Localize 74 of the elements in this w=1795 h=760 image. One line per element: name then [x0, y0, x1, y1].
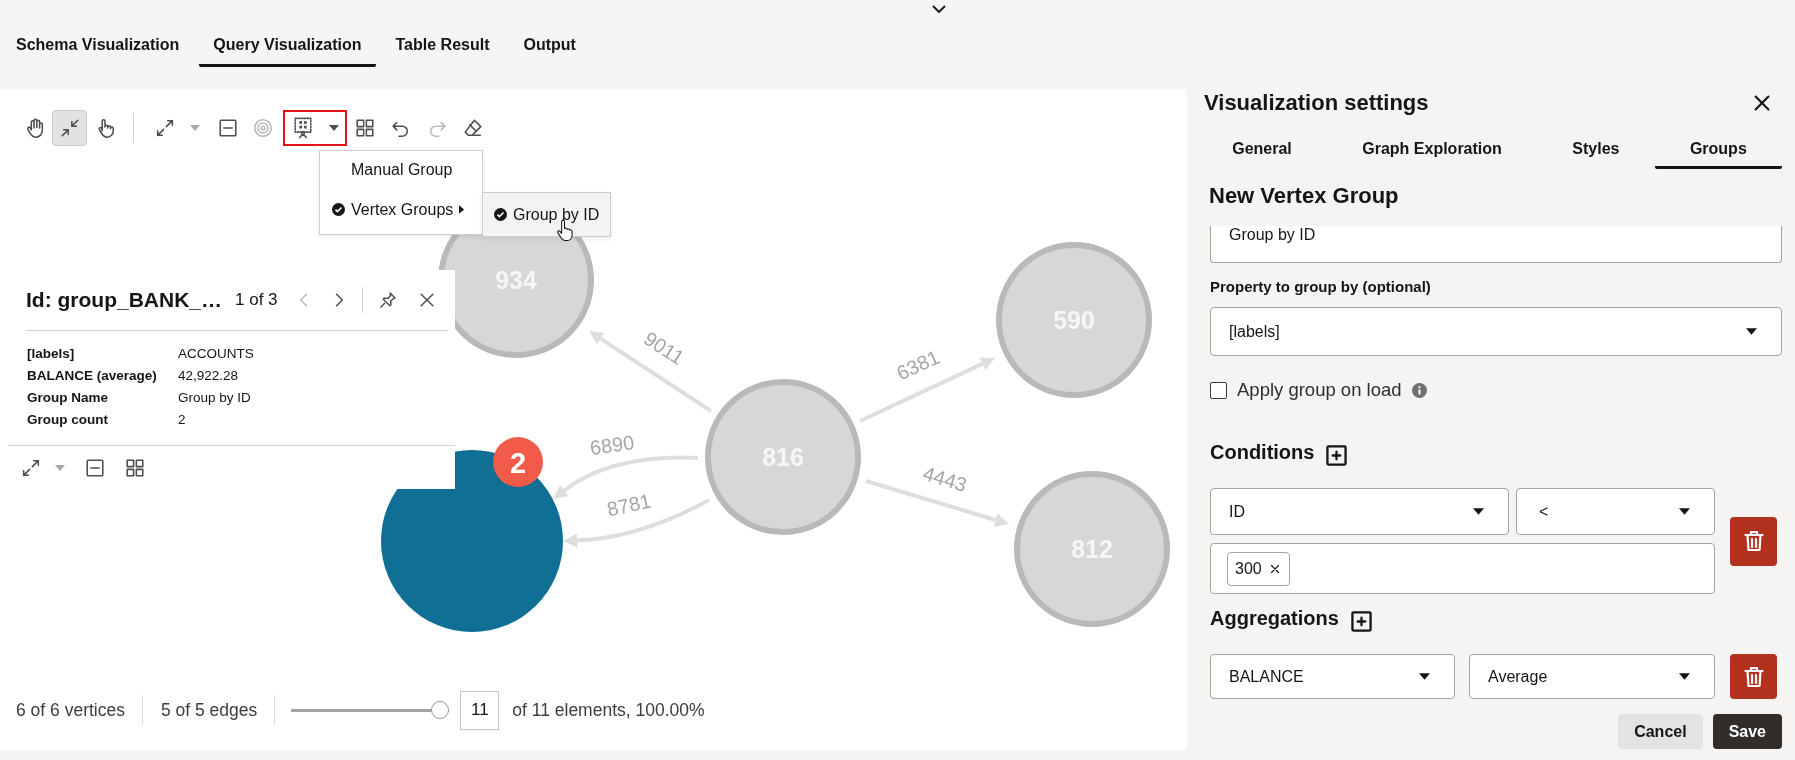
edge-label: 6890: [588, 431, 636, 459]
grid-icon[interactable]: [353, 117, 376, 139]
delete-button[interactable]: [1730, 654, 1777, 699]
edge-label: 4443: [920, 462, 970, 496]
page-indicator: 1 of 3: [235, 289, 278, 312]
slider-thumb[interactable]: [431, 701, 450, 719]
check-circle-icon: [332, 203, 345, 216]
delete-button[interactable]: [1730, 516, 1777, 566]
settings-tab[interactable]: Groups: [1654, 132, 1782, 169]
section-heading: New Vertex Group: [1209, 182, 1399, 210]
panel-title: Visualization settings: [1204, 89, 1429, 117]
edge-label: 6381: [893, 345, 943, 385]
plus-square-icon[interactable]: [1350, 610, 1372, 632]
save-button[interactable]: Save: [1712, 714, 1782, 749]
view-tab[interactable]: Query Visualization: [199, 25, 376, 67]
close-icon[interactable]: [1268, 562, 1281, 575]
vertex-count: 6 of 6 vertices: [16, 698, 125, 722]
caret-right-icon: [459, 205, 465, 214]
caret-down-icon: [1419, 673, 1430, 680]
field-label: Property to group by (optional): [1210, 277, 1431, 297]
minus-square-icon[interactable]: [84, 456, 106, 479]
caret-down-icon: [1679, 673, 1690, 680]
property-select[interactable]: ID: [1210, 488, 1509, 535]
property-value: Group by ID: [178, 389, 252, 407]
property-name: Group Name: [27, 389, 109, 407]
count-input[interactable]: 11: [460, 690, 500, 730]
dotted-square-icon[interactable]: [291, 117, 314, 139]
property-value: 42,922.28: [178, 367, 240, 385]
function-select[interactable]: Average: [1469, 654, 1715, 699]
settings-tab[interactable]: Styles: [1537, 132, 1655, 169]
view-tab[interactable]: Output: [509, 25, 590, 67]
conditions-heading: Conditions: [1210, 440, 1315, 465]
submenu-item[interactable]: Group by ID: [482, 192, 611, 237]
info-title: Id: group_BANK_…: [26, 287, 222, 314]
property-value: ACCOUNTS: [178, 345, 255, 363]
info-icon[interactable]: [1411, 382, 1427, 398]
close-icon[interactable]: [1751, 92, 1773, 114]
value-field[interactable]: 300: [1210, 543, 1715, 594]
plus-square-icon[interactable]: [1326, 444, 1348, 466]
elements-summary: of 11 elements, 100.00%: [512, 698, 705, 722]
settings-tab[interactable]: General: [1197, 132, 1328, 169]
property-name: BALANCE (average): [27, 367, 158, 385]
edge-label: 9011: [639, 327, 689, 369]
group-node[interactable]: [381, 450, 563, 632]
view-tab[interactable]: Table Result: [381, 25, 504, 67]
checkbox[interactable]: [1210, 381, 1227, 399]
property-select[interactable]: BALANCE: [1210, 654, 1455, 699]
view-tab[interactable]: Schema Visualization: [2, 25, 194, 67]
aggregations-heading: Aggregations: [1210, 606, 1339, 631]
value-chip[interactable]: 300: [1227, 551, 1290, 586]
checkbox-label: Apply group on load: [1237, 378, 1402, 403]
count-badge: 2: [493, 437, 543, 487]
minus-square-icon[interactable]: [216, 117, 239, 139]
settings-tab[interactable]: Graph Exploration: [1327, 132, 1538, 169]
caret-down-icon: [1473, 508, 1484, 515]
edge-label: 8781: [604, 489, 654, 521]
property-name: Group count: [27, 411, 109, 429]
caret-down-icon: [1746, 328, 1757, 335]
grid-icon[interactable]: [124, 456, 146, 479]
check-circle-icon: [494, 208, 507, 221]
cancel-button[interactable]: Cancel: [1618, 714, 1703, 749]
edge-count: 5 of 5 edges: [160, 698, 258, 722]
pin-icon[interactable]: [377, 290, 398, 310]
name-input[interactable]: Group by ID: [1210, 226, 1782, 263]
chevron-down-icon[interactable]: [932, 5, 946, 14]
property-value: 2: [178, 411, 187, 429]
operator-select[interactable]: <: [1516, 488, 1715, 535]
caret-down-icon: [1679, 508, 1690, 515]
shrink-tool-button[interactable]: [52, 110, 87, 146]
property-select[interactable]: [labels]: [1210, 307, 1782, 356]
property-name: [labels]: [27, 345, 76, 363]
caret-icon[interactable]: [329, 125, 339, 131]
menu-item[interactable]: Manual Group: [320, 151, 482, 189]
slider-track[interactable]: [291, 701, 450, 719]
